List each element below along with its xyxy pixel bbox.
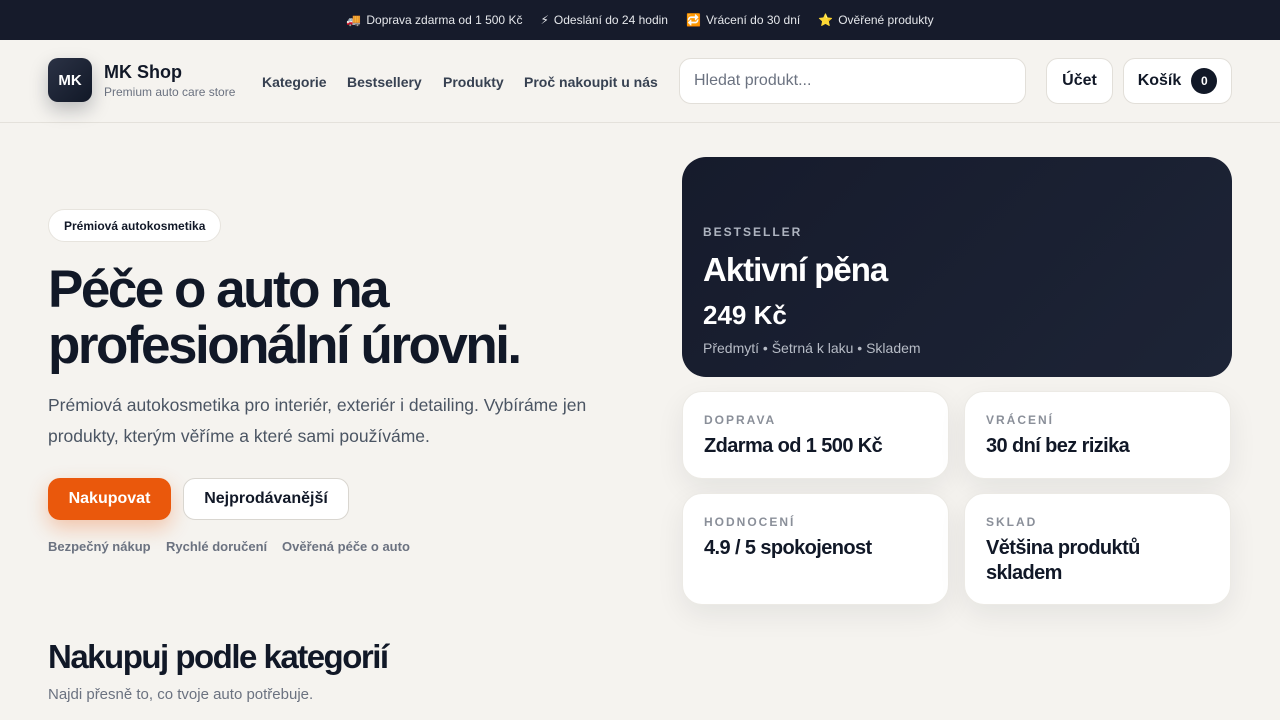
featured-product-price: 249 Kč: [703, 300, 787, 330]
featured-product-meta: Předmytí • Šetrná k laku • Skladem: [703, 340, 921, 356]
bestsellers-button[interactable]: Nejprodávanější: [183, 478, 349, 520]
lightning-icon: ⚡: [540, 13, 549, 27]
hero-badge: Prémiová autokosmetika: [48, 209, 222, 242]
info-card-stock: SKLAD Většina produktů skladem: [964, 493, 1231, 605]
categories-subtitle: Najdi přesně to, co tvoje auto potřebuje…: [48, 686, 314, 703]
announcement-item-verified: ⭐ Ověřené produkty: [818, 13, 933, 27]
hero-title-line-2: profesionální úrovni.: [48, 316, 522, 375]
featured-product-card[interactable]: BESTSELLER Aktivní pěna 249 Kč Předmytí …: [682, 157, 1232, 377]
hero-title-line-1: Péče o auto na: [48, 260, 390, 319]
nav-link-kategorie[interactable]: Kategorie: [262, 74, 327, 90]
announcement-item-dispatch: ⚡ Odeslání do 24 hodin: [540, 13, 668, 27]
announcement-text: Doprava zdarma od 1 500 Kč: [366, 13, 523, 27]
info-card-value: 4.9 / 5 spokojenost: [704, 537, 872, 559]
info-card-value: Většina produktů skladem: [986, 537, 1140, 584]
announcement-text: Vrácení do 30 dní: [705, 13, 801, 27]
account-button[interactable]: Účet: [1046, 58, 1113, 104]
brand-tagline: Premium auto care store: [104, 85, 236, 99]
truck-icon: 🚚: [346, 13, 362, 27]
announcement-bar: 🚚 Doprava zdarma od 1 500 Kč ⚡ Odeslání …: [0, 0, 1280, 40]
shop-now-button[interactable]: Nakupovat: [48, 478, 171, 520]
categories-title: Nakupuj podle kategorií: [48, 638, 389, 675]
featured-product-name: Aktivní pěna: [703, 251, 888, 288]
hero-title: Péče o auto na profesionální úrovni.: [48, 262, 648, 374]
cart-count-badge: 0: [1191, 68, 1218, 94]
info-card-label: DOPRAVA: [704, 413, 777, 427]
announcement-text: Odeslání do 24 hodin: [553, 13, 668, 27]
nav-link-bestsellery[interactable]: Bestsellery: [347, 74, 422, 90]
info-card-value: Zdarma od 1 500 Kč: [704, 435, 883, 457]
announcement-text: Ověřené produkty: [838, 13, 934, 27]
info-card-label: HODNOCENÍ: [704, 515, 796, 529]
trust-item-verified: Ověřená péče o auto: [282, 539, 410, 554]
hero-subtitle: Prémiová autokosmetika pro interiér, ext…: [48, 395, 587, 446]
cart-label: Košík: [1137, 72, 1182, 89]
info-card-rating: HODNOCENÍ 4.9 / 5 spokojenost: [682, 493, 949, 605]
brand-name[interactable]: MK Shop: [104, 62, 182, 83]
info-card-label: SKLAD: [986, 515, 1038, 529]
announcement-item-returns: 🔁 Vrácení do 30 dní: [686, 13, 800, 27]
account-label: Účet: [1062, 72, 1097, 89]
logo[interactable]: MK: [48, 58, 92, 102]
repeat-icon: 🔁: [685, 13, 701, 27]
nav-link-proc-nakoupit[interactable]: Proč nakoupit u nás: [524, 74, 658, 90]
announcement-item-shipping: 🚚 Doprava zdarma od 1 500 Kč: [346, 13, 522, 27]
trust-item-secure: Bezpečný nákup: [48, 539, 151, 554]
featured-label: BESTSELLER: [703, 225, 803, 239]
info-card-label: VRÁCENÍ: [986, 413, 1055, 427]
info-card-shipping: DOPRAVA Zdarma od 1 500 Kč: [682, 391, 949, 479]
cart-button[interactable]: Košík 0: [1123, 58, 1232, 104]
nav-link-produkty[interactable]: Produkty: [443, 74, 504, 90]
info-card-returns: VRÁCENÍ 30 dní bez rizika: [964, 391, 1231, 479]
star-icon: ⭐: [818, 13, 834, 27]
info-card-value: 30 dní bez rizika: [986, 435, 1130, 457]
site-header: MK MK Shop Premium auto care store Kateg…: [0, 40, 1280, 123]
search-input[interactable]: [679, 58, 1026, 104]
trust-item-delivery: Rychlé doručení: [166, 539, 268, 554]
